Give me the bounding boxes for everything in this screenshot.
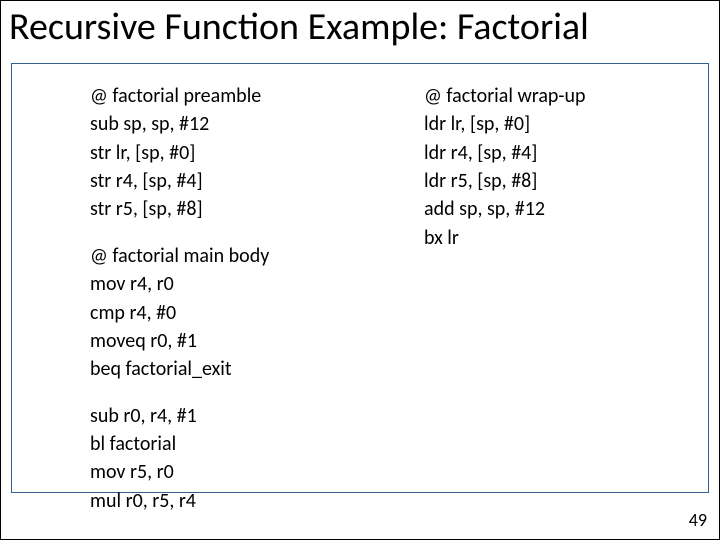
code-line: @ factorial main body (90, 242, 370, 270)
page-title: Recursive Function Example: Factorial (1, 1, 719, 49)
code-block-preamble: @ factorial preamble sub sp, sp, #12 str… (90, 82, 370, 224)
code-line: moveq r0, #1 (90, 327, 370, 355)
code-line: str r4, [sp, #4] (90, 167, 370, 195)
page-number: 49 (689, 509, 707, 531)
code-line: mul r0, r5, r4 (90, 487, 370, 515)
code-line: cmp r4, #0 (90, 299, 370, 327)
code-line: str r5, [sp, #8] (90, 195, 370, 223)
code-line: add sp, sp, #12 (424, 195, 684, 223)
code-line: sub sp, sp, #12 (90, 110, 370, 138)
code-line: @ factorial wrap-up (424, 82, 684, 110)
left-column: @ factorial preamble sub sp, sp, #12 str… (90, 82, 370, 533)
code-line: mov r5, r0 (90, 458, 370, 486)
code-line: ldr lr, [sp, #0] (424, 110, 684, 138)
code-line: ldr r4, [sp, #4] (424, 139, 684, 167)
code-line: mov r4, r0 (90, 270, 370, 298)
code-line: @ factorial preamble (90, 82, 370, 110)
code-line: str lr, [sp, #0] (90, 139, 370, 167)
slide: Recursive Function Example: Factorial @ … (0, 0, 720, 540)
code-line: sub r0, r4, #1 (90, 402, 370, 430)
code-line: bl factorial (90, 430, 370, 458)
code-line: bx lr (424, 224, 684, 252)
code-line: beq factorial_exit (90, 355, 370, 383)
code-line: ldr r5, [sp, #8] (424, 167, 684, 195)
code-block-wrapup: @ factorial wrap-up ldr lr, [sp, #0] ldr… (424, 82, 684, 252)
code-block-main-body: @ factorial main body mov r4, r0 cmp r4,… (90, 242, 370, 384)
code-block-recurse: sub r0, r4, #1 bl factorial mov r5, r0 m… (90, 402, 370, 516)
content-box: @ factorial preamble sub sp, sp, #12 str… (11, 63, 709, 493)
right-column: @ factorial wrap-up ldr lr, [sp, #0] ldr… (424, 82, 684, 270)
